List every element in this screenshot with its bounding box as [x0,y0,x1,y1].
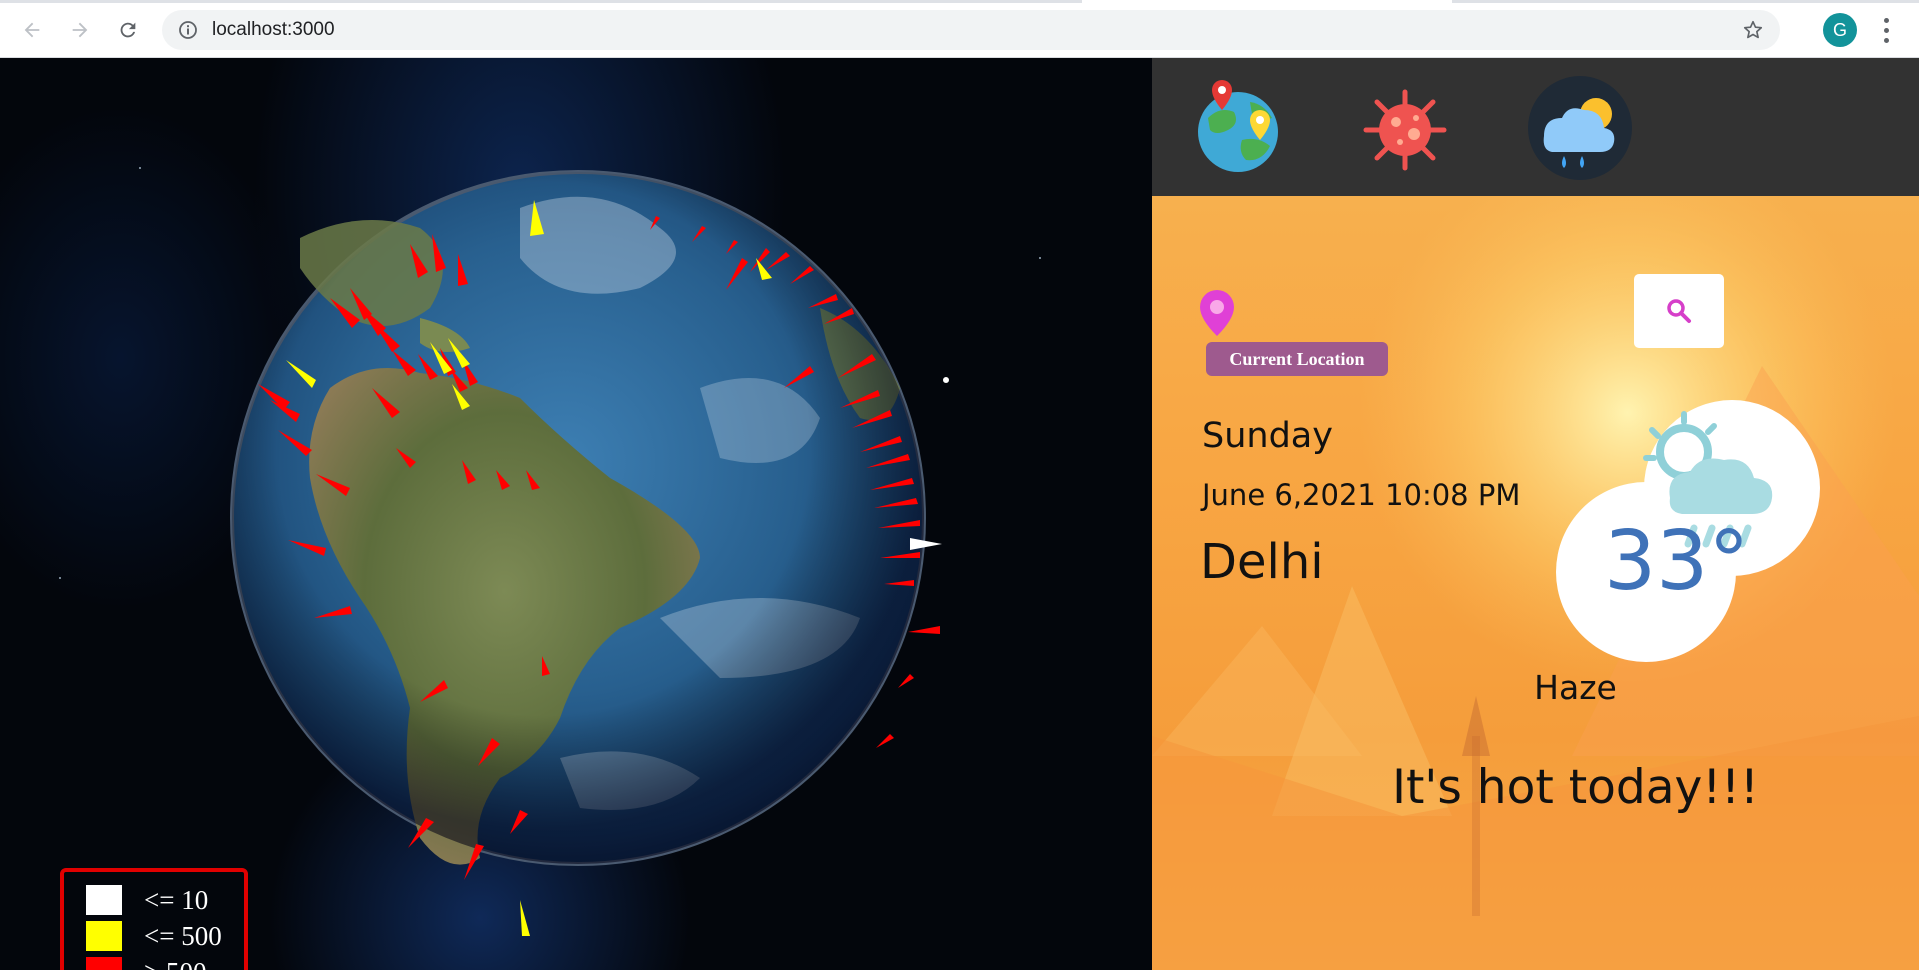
weather-cloud-icon[interactable] [1524,74,1636,180]
temperature-value: 33° [1604,514,1750,609]
profile-avatar[interactable]: G [1823,13,1857,47]
back-button[interactable] [16,14,48,46]
globe-visualization[interactable]: <= 10 <= 500 > 500 [0,58,1152,970]
legend-item: > 500 [86,956,206,970]
location-pin-icon [1200,290,1234,336]
info-icon[interactable] [178,20,198,40]
top-nav [1152,58,1919,196]
address-bar[interactable]: localhost:3000 [162,10,1780,50]
earth-map-icon[interactable] [1190,80,1286,176]
forward-arrow-icon [72,22,88,38]
city-name: Delhi [1200,534,1324,590]
day-label: Sunday [1202,416,1333,456]
weather-message: It's hot today!!! [1392,760,1759,815]
globe-canvas[interactable] [0,58,1152,970]
search-icon [1667,299,1691,323]
earth-globe[interactable] [230,170,926,866]
reload-icon [120,22,136,38]
virus-icon[interactable] [1360,88,1450,172]
bookmark-star-icon[interactable] [1742,19,1764,41]
reload-button[interactable] [112,14,144,46]
tab-strip [0,0,1919,3]
search-button[interactable] [1634,274,1724,348]
legend-label: > 500 [144,957,206,970]
legend: <= 10 <= 500 > 500 [60,868,248,970]
browser-toolbar: localhost:3000 G [0,0,1919,58]
legend-swatch-white [86,885,122,915]
back-arrow-icon [24,22,40,38]
legend-label: <= 10 [144,884,209,915]
url-text[interactable]: localhost:3000 [212,10,335,50]
legend-item: <= 10 [86,884,208,916]
datetime-label: June 6,2021 10:08 PM [1202,478,1521,512]
legend-swatch-red [86,957,122,970]
legend-item: <= 500 [86,920,222,952]
star-dot [943,377,949,383]
legend-swatch-yellow [86,921,122,951]
weather-condition: Haze [1534,668,1617,707]
legend-label: <= 500 [144,920,222,951]
current-location-button[interactable]: Current Location [1206,342,1388,376]
forward-button[interactable] [64,14,96,46]
browser-menu-icon[interactable] [1876,15,1896,45]
weather-panel: Current Location Sunday June 6,2021 10:0… [1152,58,1919,970]
